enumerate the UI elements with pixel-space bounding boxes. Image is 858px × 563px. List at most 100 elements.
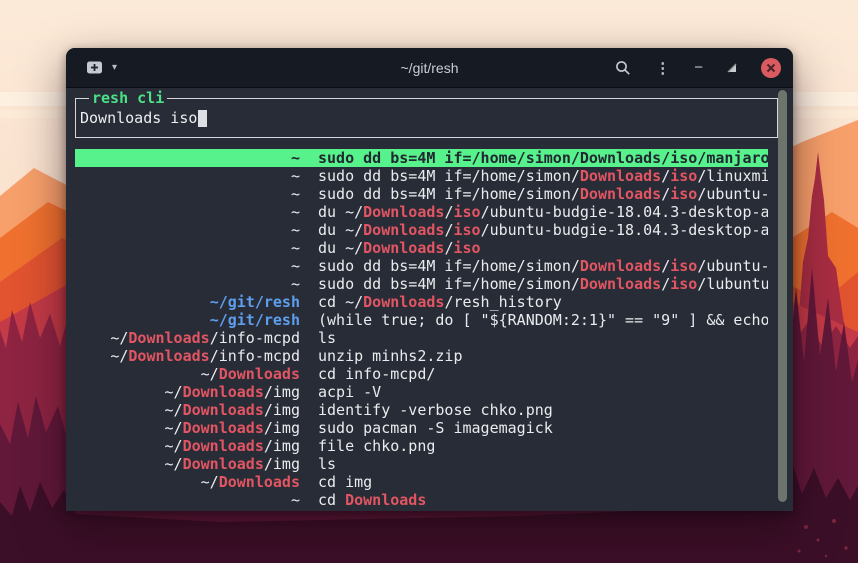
row-directory: ~/Downloads xyxy=(75,365,300,383)
plain-text: /ubuntu-budgie-18.04.3-desktop-a xyxy=(481,203,768,221)
history-row[interactable]: ~/Downloads/info-mcpd ls xyxy=(75,329,768,347)
row-directory: ~ xyxy=(75,167,300,185)
row-command: sudo dd bs=4M if=/home/simon/Downloads/i… xyxy=(318,167,768,185)
plain-text: acpi -V xyxy=(318,383,381,401)
column-gap xyxy=(300,455,318,473)
plain-text: /ubuntu- xyxy=(697,257,768,275)
history-row[interactable]: ~/Downloads/img sudo pacman -S imagemagic… xyxy=(75,419,768,437)
column-gap xyxy=(300,275,318,293)
close-button[interactable] xyxy=(761,58,781,78)
search-input-value[interactable]: Downloads iso xyxy=(80,109,197,127)
tab-dropdown-button[interactable]: ▾ xyxy=(112,63,117,73)
column-gap xyxy=(300,149,318,167)
plain-text: cd info-mcpd/ xyxy=(318,365,435,383)
new-tab-button[interactable] xyxy=(86,60,103,75)
history-row[interactable]: ~/Downloads/img acpi -V xyxy=(75,383,768,401)
plain-text: ~ xyxy=(291,257,300,275)
plain-text: /linuxmi xyxy=(697,167,768,185)
plain-text: file chko.png xyxy=(318,437,435,455)
history-row[interactable]: ~/Downloads/imgidentify -verbose chko.pn… xyxy=(75,401,768,419)
minimize-icon: − xyxy=(694,60,703,75)
history-row[interactable]: ~sudo dd bs=4M if=/home/simon/Downloads/… xyxy=(75,275,768,293)
row-command: cd info-mcpd/ xyxy=(318,365,768,383)
column-gap xyxy=(300,401,318,419)
plain-text: sudo dd bs=4M if=/home/simon/ xyxy=(318,185,580,203)
history-list: ~sudo dd bs=4M if=/home/simon/Downloads/… xyxy=(75,149,768,509)
row-directory: ~/Downloads/img xyxy=(75,383,300,401)
match-text: Downloads xyxy=(345,491,426,509)
scrollbar-thumb[interactable] xyxy=(778,90,787,502)
history-row[interactable]: ~cd Downloads xyxy=(75,491,768,509)
column-gap xyxy=(300,419,318,437)
history-row[interactable]: ~/git/resh(while true; do [ "${RANDOM:2:… xyxy=(75,311,768,329)
history-row[interactable]: ~du ~/Downloads/iso/ubuntu-budgie-18.04.… xyxy=(75,221,768,239)
column-gap xyxy=(300,185,318,203)
history-row[interactable]: ~ sudo dd bs=4M if=/home/simon/Downloads/… xyxy=(75,167,768,185)
row-directory: ~/Downloads xyxy=(75,473,300,491)
row-directory: ~/git/resh xyxy=(75,311,300,329)
plain-text: ~/ xyxy=(165,419,183,437)
column-gap xyxy=(300,437,318,455)
minimize-button[interactable]: − xyxy=(694,60,703,75)
match-text: iso xyxy=(670,257,697,275)
history-row[interactable]: ~sudo dd bs=4M if=/home/simon/Downloads/… xyxy=(75,185,768,203)
column-gap xyxy=(300,167,318,185)
titlebar[interactable]: ▾ ~/git/resh ⋮ − xyxy=(66,48,793,88)
history-row[interactable]: ~/Downloadscd img xyxy=(75,473,768,491)
match-text: Downloads xyxy=(128,347,209,365)
column-gap xyxy=(300,329,318,347)
column-gap xyxy=(300,473,318,491)
history-row[interactable]: ~du ~/Downloads/iso/ubuntu-budgie-18.04.… xyxy=(75,203,768,221)
kebab-menu-icon: ⋮ xyxy=(655,59,670,77)
row-directory: ~ xyxy=(75,257,300,275)
restore-icon xyxy=(727,63,737,73)
resh-cli-label: resh cli xyxy=(89,89,167,107)
match-text: Downloads xyxy=(363,239,444,257)
match-text: Downloads xyxy=(183,401,264,419)
plain-text: du ~/ xyxy=(318,239,363,257)
match-text: Downloads xyxy=(580,167,661,185)
row-directory: ~/git/resh xyxy=(75,293,300,311)
resh-search-box[interactable]: resh cli Downloads iso xyxy=(75,98,778,138)
plain-text: ~ xyxy=(291,149,300,167)
search-button[interactable] xyxy=(615,60,631,76)
match-text: iso xyxy=(453,203,480,221)
plain-text: unzip minhs2.zip xyxy=(318,347,463,365)
row-directory: ~/Downloads/img xyxy=(75,419,300,437)
plain-text: / xyxy=(661,257,670,275)
match-text: iso xyxy=(670,185,697,203)
search-icon xyxy=(615,60,631,76)
row-directory: ~/Downloads/img xyxy=(75,455,300,473)
plain-text: ~/ xyxy=(165,455,183,473)
plain-text: du ~/ xyxy=(318,221,363,239)
match-text: iso xyxy=(670,275,697,293)
plain-text: ls xyxy=(318,329,336,347)
column-gap xyxy=(300,293,318,311)
history-row[interactable]: ~du ~/Downloads/iso xyxy=(75,239,768,257)
plain-text: ~ xyxy=(291,239,300,257)
history-row[interactable]: ~/Downloads/imgfile chko.png xyxy=(75,437,768,455)
plain-text: sudo dd bs=4M if=/home/simon/ xyxy=(318,257,580,275)
plain-text: sudo dd bs=4M if=/home/simon/Downloads/i… xyxy=(318,149,768,167)
match-text: Downloads xyxy=(580,257,661,275)
history-row[interactable]: ~/Downloads/info-mcpdunzip minhs2.zip xyxy=(75,347,768,365)
row-command: sudo pacman -S imagemagick xyxy=(318,419,768,437)
column-gap xyxy=(300,311,318,329)
row-directory: ~/Downloads/info-mcpd xyxy=(75,329,300,347)
menu-button[interactable]: ⋮ xyxy=(655,59,670,77)
plain-text: /ubuntu-budgie-18.04.3-desktop-a xyxy=(481,221,768,239)
history-row[interactable]: ~/Downloads/imgls xyxy=(75,455,768,473)
row-command: identify -verbose chko.png xyxy=(318,401,768,419)
history-row[interactable]: ~sudo dd bs=4M if=/home/simon/Downloads/… xyxy=(75,257,768,275)
terminal-window: ▾ ~/git/resh ⋮ − xyxy=(66,48,793,511)
plain-text: ~ xyxy=(291,203,300,221)
plain-text: cd ~/ xyxy=(318,293,363,311)
history-row-selected[interactable]: ~ sudo dd bs=4M if=/home/simon/Downloads/… xyxy=(75,149,768,167)
terminal-content: resh cli Downloads iso ~ sudo dd bs=4M if… xyxy=(66,89,793,511)
match-text: Downloads xyxy=(219,473,300,491)
chevron-down-icon: ▾ xyxy=(112,63,117,73)
row-directory: ~ xyxy=(75,203,300,221)
history-row[interactable]: ~/git/reshcd ~/Downloads/resh_history xyxy=(75,293,768,311)
history-row[interactable]: ~/Downloads cd info-mcpd/ xyxy=(75,365,768,383)
restore-button[interactable] xyxy=(727,63,737,73)
